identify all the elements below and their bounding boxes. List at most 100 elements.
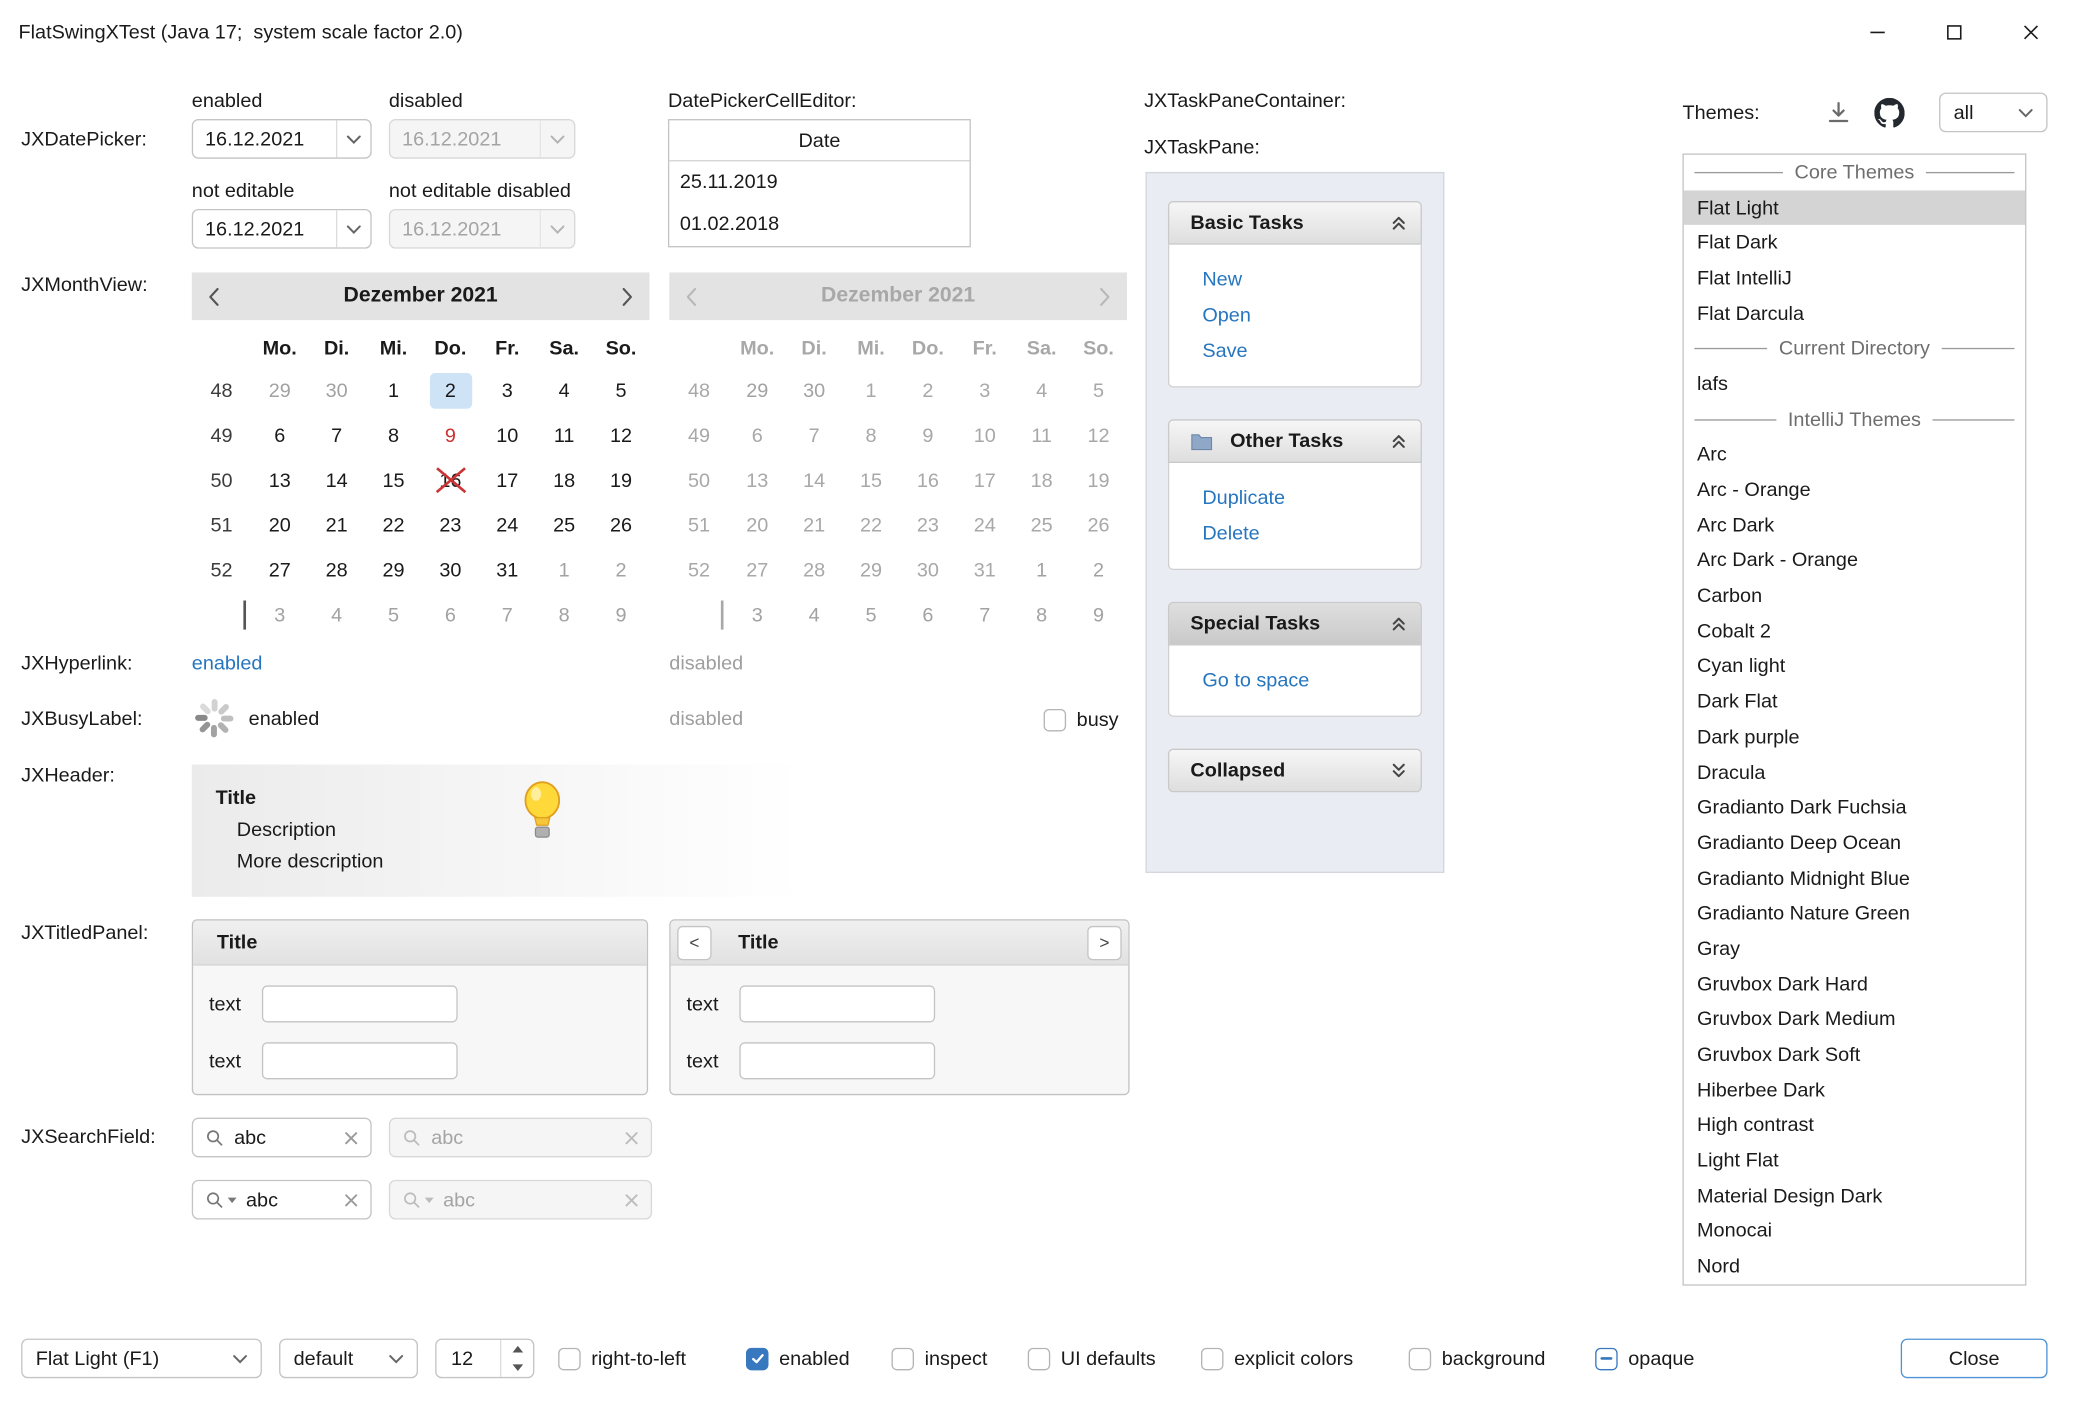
calendar-day[interactable]: 29 [365, 548, 422, 593]
checkbox-enabled[interactable]: enabled [746, 1339, 850, 1379]
theme-item[interactable]: Gradianto Deep Ocean [1684, 825, 2025, 860]
calendar-day[interactable]: 4 [308, 593, 365, 638]
theme-item[interactable]: Arc Dark [1684, 508, 2025, 543]
date-table-row[interactable]: 25.11.2019 [669, 161, 969, 203]
github-icon[interactable] [1874, 98, 1904, 128]
checkbox-box[interactable] [1028, 1347, 1050, 1369]
searchfield-enabled[interactable]: abc [192, 1118, 372, 1158]
theme-item[interactable]: Flat Darcula [1684, 296, 2025, 331]
theme-item[interactable]: Cyan light [1684, 649, 2025, 684]
themes-filter-combo[interactable]: all [1939, 93, 2047, 133]
calendar-day[interactable]: 2 [593, 548, 650, 593]
chevron-right-icon[interactable] [622, 286, 634, 306]
calendar-day[interactable]: 24 [479, 503, 536, 548]
calendar-day[interactable]: 1 [365, 368, 422, 413]
date-table[interactable]: Date 25.11.2019 01.02.2018 [668, 119, 971, 247]
taskpane-header[interactable]: Basic Tasks [1168, 201, 1422, 245]
calendar-day[interactable]: 5 [593, 368, 650, 413]
calendar-day[interactable]: 11 [536, 413, 593, 458]
calendar-day[interactable]: 15 [365, 458, 422, 503]
calendar-day[interactable]: 6 [251, 413, 308, 458]
calendar-day[interactable]: 6 [422, 593, 479, 638]
text-input[interactable] [739, 985, 935, 1022]
calendar-day[interactable]: 18 [536, 458, 593, 503]
spinner-down-button[interactable] [501, 1358, 533, 1377]
font-combo[interactable]: default [279, 1339, 418, 1379]
calendar-day[interactable]: 1 [536, 548, 593, 593]
calendar-day[interactable]: 20 [251, 503, 308, 548]
laf-combo[interactable]: Flat Light (F1) [21, 1339, 262, 1379]
calendar-day[interactable]: 2 [422, 368, 479, 413]
theme-item[interactable]: Dracula [1684, 755, 2025, 790]
calendar-day[interactable]: 28 [308, 548, 365, 593]
theme-item[interactable]: Nord [1684, 1249, 2025, 1284]
theme-item[interactable]: Gruvbox Dark Hard [1684, 967, 2025, 1002]
text-input[interactable] [262, 1042, 458, 1079]
calendar-day[interactable]: 13 [251, 458, 308, 503]
theme-item[interactable]: Gradianto Dark Fuchsia [1684, 790, 2025, 825]
search-input[interactable]: abc [246, 1188, 335, 1210]
theme-item[interactable]: Arc - Orange [1684, 472, 2025, 507]
double-chevron-up-icon[interactable] [1390, 433, 1407, 450]
taskpane-link[interactable]: New [1202, 262, 1420, 298]
theme-item[interactable]: Gradianto Midnight Blue [1684, 861, 2025, 896]
date-value[interactable]: 16.12.2021 [193, 210, 336, 247]
window-close-button[interactable] [1992, 0, 2069, 63]
double-chevron-down-icon[interactable] [1390, 762, 1407, 779]
searchfield-dropdown-enabled[interactable]: abc [192, 1180, 372, 1220]
theme-item[interactable]: Gruvbox Dark Medium [1684, 1002, 2025, 1037]
spinner-up-button[interactable] [501, 1340, 533, 1359]
theme-item[interactable]: Dark purple [1684, 720, 2025, 755]
taskpane-header[interactable]: Other Tasks [1168, 419, 1422, 463]
checkbox-box[interactable] [892, 1347, 914, 1369]
calendar-day[interactable]: 25 [536, 503, 593, 548]
download-icon[interactable] [1825, 99, 1851, 125]
double-chevron-up-icon[interactable] [1390, 214, 1407, 231]
checkbox-busy[interactable]: busy [1044, 700, 1119, 740]
checkbox-box[interactable] [1595, 1347, 1617, 1369]
theme-item[interactable]: Monocai [1684, 1214, 2025, 1249]
theme-item[interactable]: Arc [1684, 437, 2025, 472]
calendar-day[interactable]: 3 [479, 368, 536, 413]
text-input[interactable] [262, 985, 458, 1022]
calendar-day[interactable]: 7 [479, 593, 536, 638]
datepicker-field-enabled[interactable]: 16.12.2021 [192, 119, 372, 159]
theme-item[interactable]: Flat Dark [1684, 225, 2025, 260]
taskpane-header[interactable]: Special Tasks [1168, 602, 1422, 646]
checkbox-box[interactable] [558, 1347, 580, 1369]
text-input[interactable] [739, 1042, 935, 1079]
checkbox-right-to-left[interactable]: right-to-left [558, 1339, 686, 1379]
calendar-day[interactable]: 22 [365, 503, 422, 548]
calendar-day[interactable]: 4 [536, 368, 593, 413]
themes-list[interactable]: Core ThemesFlat LightFlat DarkFlat Intel… [1682, 153, 2026, 1285]
calendar-day[interactable]: 9 [422, 413, 479, 458]
taskpane-link[interactable]: Go to space [1202, 663, 1420, 699]
hyperlink-enabled[interactable]: enabled [192, 652, 263, 674]
checkbox-explicit-colors[interactable]: explicit colors [1201, 1339, 1353, 1379]
chevron-down-icon[interactable] [336, 120, 370, 157]
checkbox-box[interactable] [746, 1347, 768, 1369]
titled-panel-left-button[interactable]: < [677, 925, 711, 959]
minimize-button[interactable] [1839, 0, 1916, 63]
taskpane-link[interactable]: Delete [1202, 516, 1420, 552]
double-chevron-up-icon[interactable] [1390, 615, 1407, 632]
clear-x-icon[interactable] [344, 1130, 359, 1145]
calendar-day[interactable]: 8 [365, 413, 422, 458]
calendar-day[interactable]: 27 [251, 548, 308, 593]
theme-item[interactable]: Hiberbee Dark [1684, 1073, 2025, 1108]
theme-item[interactable]: Dark Flat [1684, 684, 2025, 719]
calendar-day[interactable]: 7 [308, 413, 365, 458]
calendar-day[interactable]: 19 [593, 458, 650, 503]
calendar-day[interactable]: 23 [422, 503, 479, 548]
checkbox-background[interactable]: background [1409, 1339, 1546, 1379]
close-button[interactable]: Close [1901, 1339, 2048, 1379]
theme-item[interactable]: Flat IntelliJ [1684, 261, 2025, 296]
search-input[interactable]: abc [234, 1126, 335, 1148]
calendar-day[interactable]: 12 [593, 413, 650, 458]
theme-item[interactable]: Material Design Dark [1684, 1178, 2025, 1213]
theme-item[interactable]: Cobalt 2 [1684, 614, 2025, 649]
theme-item[interactable]: Flat Light [1684, 190, 2025, 225]
clear-x-icon[interactable] [344, 1192, 359, 1207]
magnifier-dropdown-icon[interactable] [205, 1190, 237, 1210]
theme-item[interactable]: Arc Dark - Orange [1684, 543, 2025, 578]
